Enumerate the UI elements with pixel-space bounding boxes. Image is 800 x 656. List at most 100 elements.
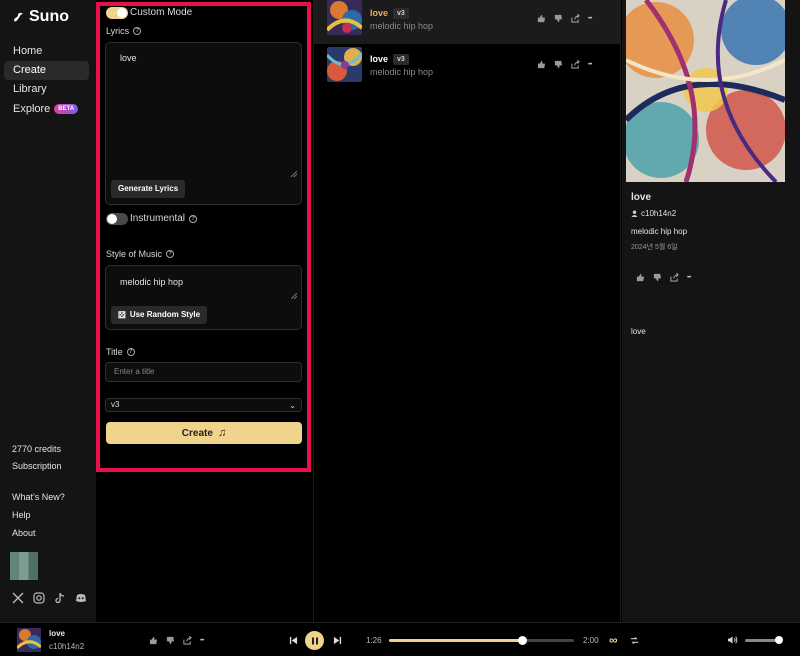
- subscription-link[interactable]: Subscription: [12, 461, 62, 471]
- custom-mode-label: Custom Mode: [130, 7, 192, 18]
- sidebar-item-library[interactable]: Library: [4, 80, 89, 99]
- detail-artist[interactable]: c10h14n2: [631, 209, 676, 218]
- suno-logo[interactable]: Suno: [12, 8, 69, 26]
- about-link[interactable]: About: [12, 528, 36, 538]
- help-icon[interactable]: ?: [189, 214, 198, 223]
- chevron-down-icon: ⌄: [289, 401, 296, 410]
- share-icon[interactable]: [183, 636, 192, 645]
- skip-forward-icon: [333, 636, 341, 644]
- shuffle-icon: [630, 636, 638, 644]
- model-version-select[interactable]: v3 ⌄: [105, 398, 302, 412]
- sidebar: Suno Home Create Library Explore BETA 277…: [0, 0, 96, 622]
- player-title[interactable]: love: [49, 629, 65, 638]
- volume-button[interactable]: [725, 634, 739, 646]
- create-label: Create: [181, 427, 213, 439]
- player-artist[interactable]: c10h14n2: [49, 642, 84, 651]
- toggle-knob: [107, 214, 117, 224]
- generate-lyrics-button[interactable]: Generate Lyrics: [111, 180, 186, 198]
- previous-button[interactable]: [287, 634, 299, 646]
- sidebar-item-label: Explore: [13, 103, 51, 115]
- sidebar-item-home[interactable]: Home: [4, 42, 89, 61]
- custom-mode-text: Custom Mode: [130, 7, 193, 18]
- more-icon[interactable]: •••: [588, 62, 592, 68]
- dice-icon: ⚄: [118, 310, 126, 320]
- detail-style: melodic hip hop: [631, 227, 688, 236]
- title-label: Title?: [106, 347, 135, 357]
- style-label: Style of Music?: [106, 249, 175, 259]
- custom-mode-toggle[interactable]: [106, 7, 128, 19]
- beta-badge: BETA: [54, 104, 79, 115]
- next-button[interactable]: [331, 634, 343, 646]
- song-title[interactable]: love v3: [370, 54, 409, 66]
- share-icon[interactable]: [571, 14, 580, 23]
- instagram-icon[interactable]: [33, 592, 45, 604]
- whats-new-link[interactable]: What's New?: [12, 492, 65, 502]
- detail-lyrics: love: [631, 327, 646, 336]
- cover-art: [626, 0, 785, 182]
- detail-date: 2024년 5월 6일: [631, 244, 678, 251]
- thumbs-down-icon[interactable]: [554, 14, 563, 23]
- song-actions: •••: [537, 14, 592, 23]
- progress-slider[interactable]: [389, 636, 574, 645]
- help-icon[interactable]: ?: [133, 27, 142, 35]
- song-title-text: love: [370, 54, 389, 64]
- create-button[interactable]: Create ♫: [106, 422, 302, 444]
- resize-handle-icon[interactable]: [291, 171, 297, 177]
- detail-actions: •••: [636, 273, 691, 282]
- volume-icon: [727, 636, 737, 644]
- help-icon[interactable]: ?: [126, 348, 135, 356]
- credits-count: 2770 credits: [12, 444, 62, 454]
- shuffle-button[interactable]: [628, 634, 640, 646]
- more-icon[interactable]: •••: [687, 275, 691, 281]
- thumbs-down-icon[interactable]: [166, 636, 175, 645]
- thumbs-up-icon[interactable]: [149, 636, 158, 645]
- lyrics-label-text: Lyrics: [106, 26, 130, 36]
- music-note-icon: ♫: [217, 427, 227, 439]
- sidebar-item-label: Library: [13, 83, 47, 95]
- random-style-label: Use Random Style: [129, 310, 201, 319]
- style-value: melodic hip hop: [120, 277, 184, 287]
- pause-button[interactable]: [305, 631, 324, 650]
- sidebar-item-explore[interactable]: Explore BETA: [4, 100, 89, 119]
- thumbs-up-icon[interactable]: [636, 273, 645, 282]
- loop-icon[interactable]: ∞: [609, 633, 618, 647]
- user-icon: [631, 210, 638, 217]
- song-list: [313, 0, 621, 622]
- volume-handle[interactable]: [775, 636, 783, 644]
- lyrics-value: love: [120, 53, 137, 63]
- share-icon[interactable]: [571, 60, 580, 69]
- song-style: melodic hip hop: [370, 21, 434, 31]
- progress-fill: [389, 639, 523, 642]
- player-thumbnail[interactable]: [17, 628, 41, 652]
- thumbs-down-icon[interactable]: [653, 273, 662, 282]
- song-style: melodic hip hop: [370, 67, 434, 77]
- tiktok-icon[interactable]: [54, 592, 66, 604]
- song-thumbnail[interactable]: [327, 0, 362, 35]
- discord-icon[interactable]: [75, 592, 87, 604]
- avatar[interactable]: [10, 552, 38, 580]
- title-input[interactable]: Enter a title: [105, 362, 302, 382]
- volume-slider[interactable]: [745, 636, 783, 644]
- generate-lyrics-label: Generate Lyrics: [118, 184, 179, 193]
- resize-handle-icon[interactable]: [291, 293, 297, 299]
- player-actions: •••: [149, 636, 204, 645]
- share-icon[interactable]: [670, 273, 679, 282]
- more-icon[interactable]: •••: [588, 16, 592, 22]
- instrumental-text: Instrumental: [130, 213, 186, 224]
- x-icon[interactable]: [12, 592, 24, 604]
- help-icon[interactable]: ?: [166, 250, 175, 258]
- sidebar-item-create[interactable]: Create: [4, 61, 89, 80]
- help-link[interactable]: Help: [12, 510, 31, 520]
- song-thumbnail[interactable]: [327, 47, 362, 82]
- app-name: Suno: [29, 8, 69, 25]
- use-random-style-button[interactable]: ⚄ Use Random Style: [111, 306, 208, 324]
- song-title[interactable]: love v3: [370, 8, 409, 20]
- thumbs-up-icon[interactable]: [537, 60, 546, 69]
- song-actions: •••: [537, 60, 592, 69]
- thumbs-up-icon[interactable]: [537, 14, 546, 23]
- version-badge: v3: [393, 54, 409, 66]
- instrumental-toggle[interactable]: [106, 213, 128, 225]
- more-icon[interactable]: •••: [200, 638, 204, 644]
- thumbs-down-icon[interactable]: [554, 60, 563, 69]
- suno-logo-icon: [14, 12, 23, 21]
